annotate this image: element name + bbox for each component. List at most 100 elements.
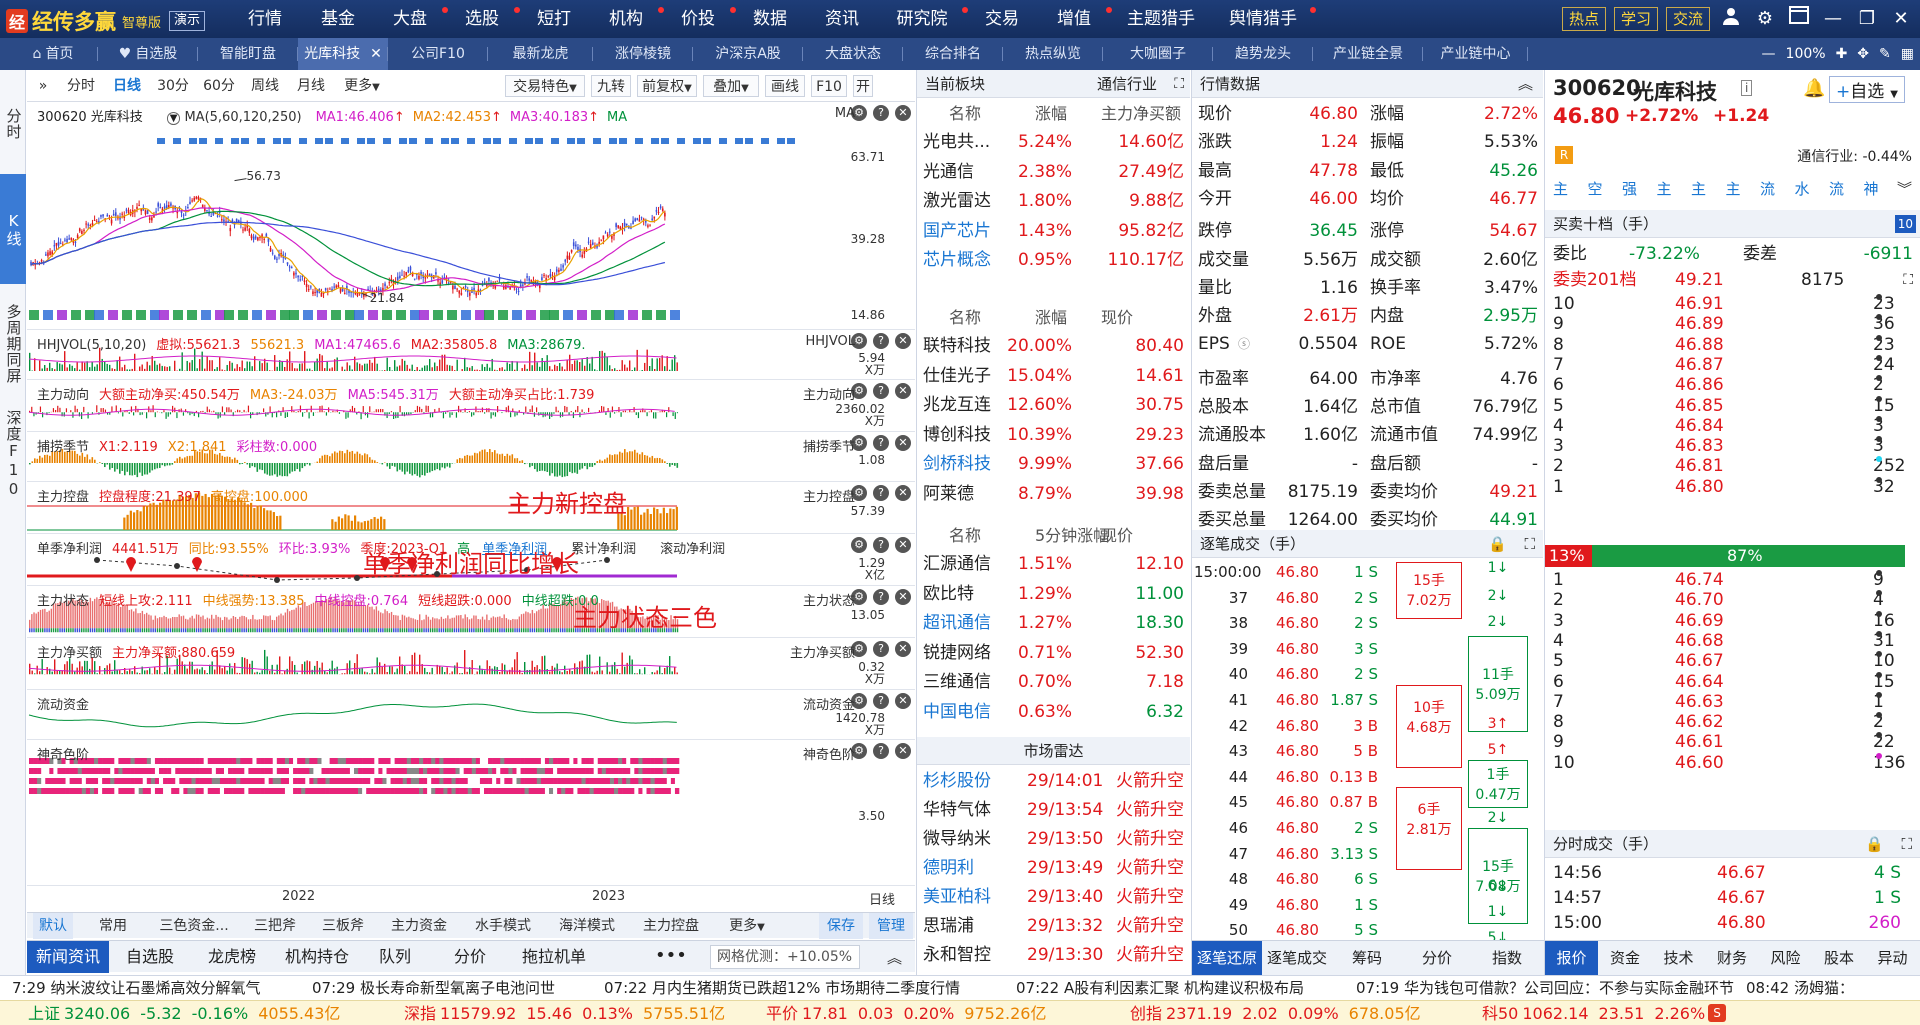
tab-8[interactable]: 大盘状态: [803, 38, 903, 70]
index-item[interactable]: 平价 17.81 0.03 0.20% 9752.26亿: [766, 1001, 1046, 1025]
template-tab-9[interactable]: 更多▼: [719, 913, 775, 939]
bid-row[interactable]: 2 46.70 4: [1545, 590, 1920, 610]
fullscreen-icon[interactable]: ⛶: [1901, 830, 1912, 858]
help-icon[interactable]: ?: [873, 641, 889, 657]
chart-tool-3[interactable]: 叠加▼: [703, 75, 759, 97]
sector-row[interactable]: 中国电信 0.63% 6.32: [917, 698, 1190, 727]
close-icon[interactable]: ✕: [895, 641, 911, 657]
lock-icon[interactable]: 🔒: [1488, 530, 1507, 558]
sector-row[interactable]: 剑桥科技 9.99% 37.66: [917, 450, 1190, 479]
chart-tool-2[interactable]: 前复权▼: [637, 75, 697, 97]
index-item[interactable]: 创指 2371.19 2.02 0.09% 678.05亿: [1130, 1001, 1421, 1025]
close-icon[interactable]: ✕: [895, 383, 911, 399]
expand-icon[interactable]: ︾: [1897, 178, 1912, 199]
grid-icon[interactable]: ▦: [1901, 46, 1914, 62]
bottom-nav-6[interactable]: 拖拉机单: [511, 941, 597, 973]
signal-tag[interactable]: 空: [1588, 178, 1603, 199]
period-0[interactable]: 分时: [61, 75, 101, 97]
help-icon[interactable]: ?: [873, 485, 889, 501]
period-4[interactable]: 周线: [245, 75, 285, 97]
help-icon[interactable]: ?: [873, 383, 889, 399]
signal-tag[interactable]: 水: [1795, 178, 1810, 199]
chart-tool-0[interactable]: 交易特色▼: [505, 75, 585, 97]
template-tab-5[interactable]: 主力资金: [383, 913, 455, 939]
sector-row[interactable]: 联特科技 20.00% 80.40: [917, 332, 1190, 361]
radar-row[interactable]: 美亚柏科 29/13:40 火箭升空: [917, 883, 1190, 912]
minimize-icon[interactable]: —: [1820, 6, 1846, 32]
sector-row[interactable]: 光通信 2.38% 27.49亿: [917, 158, 1190, 187]
sell-201-row[interactable]: 委卖201档 49.21 8175 ⛶: [1545, 268, 1920, 292]
pen-icon[interactable]: ✎: [1879, 46, 1891, 62]
period-5[interactable]: 月线: [291, 75, 331, 97]
menu-1[interactable]: 基金: [302, 0, 374, 38]
zoom-in-icon[interactable]: ✚: [1836, 46, 1848, 62]
template-tab-8[interactable]: 主力控盘: [635, 913, 707, 939]
chart-tool-6[interactable]: 开: [853, 75, 873, 97]
chart-tool-1[interactable]: 九转: [591, 75, 631, 97]
bid-row[interactable]: 7 46.63 1: [1545, 691, 1920, 712]
demo-button[interactable]: 演示: [169, 11, 206, 31]
radar-row[interactable]: 杉杉股份 29/14:01 火箭升空: [917, 767, 1190, 796]
fullscreen-icon[interactable]: ⛶: [1524, 530, 1535, 558]
collapse-icon[interactable]: ︽: [1518, 70, 1533, 98]
chart-tool-5[interactable]: F10: [811, 75, 847, 97]
sector-row[interactable]: 兆龙互连 12.60% 30.75: [917, 391, 1190, 420]
menu-9[interactable]: 研究院: [878, 0, 968, 38]
fullscreen-icon[interactable]: ⛶: [1903, 268, 1913, 292]
vtab-kline[interactable]: K线: [0, 174, 26, 284]
info-icon[interactable]: i: [1741, 80, 1753, 96]
tab-1[interactable]: ♥ 自选股: [98, 38, 198, 70]
bid-row[interactable]: 1 46.74 9: [1545, 570, 1920, 590]
close-icon[interactable]: ✕: [895, 743, 911, 759]
zoom-out-icon[interactable]: —: [1762, 46, 1776, 62]
menu-13[interactable]: 舆情猎手: [1212, 0, 1316, 38]
bid-row[interactable]: 3 46.69 16: [1545, 610, 1920, 631]
bottom-nav-5[interactable]: 分价: [429, 941, 511, 973]
quote-nav-5[interactable]: 股本: [1813, 941, 1866, 976]
bottom-nav-3[interactable]: 机构持仓: [273, 941, 361, 973]
sector-row[interactable]: 汇源通信 1.51% 12.10: [917, 550, 1190, 579]
signal-tag[interactable]: 强: [1622, 178, 1637, 199]
menu-11[interactable]: 增值: [1038, 0, 1112, 38]
template-tab-2[interactable]: 三色资金...: [153, 913, 235, 939]
bid-row[interactable]: 6 46.64 15: [1545, 671, 1920, 692]
bottom-nav-4[interactable]: 队列: [361, 941, 429, 973]
signal-tag[interactable]: 主: [1726, 178, 1741, 199]
sector-row[interactable]: 芯片概念 0.95% 110.17亿: [917, 246, 1190, 275]
ask-row[interactable]: 6 46.86 2: [1545, 375, 1920, 395]
bid-row[interactable]: 4 46.68 31: [1545, 630, 1920, 651]
radar-row[interactable]: 永和智控 29/13:30 火箭升空: [917, 941, 1190, 970]
sector-row[interactable]: 欧比特 1.29% 11.00: [917, 580, 1190, 609]
template-tab-1[interactable]: 常用: [85, 913, 141, 939]
close-icon[interactable]: ✕: [895, 693, 911, 709]
bid-row[interactable]: 5 46.67 10: [1545, 651, 1920, 671]
help-icon[interactable]: ?: [873, 537, 889, 553]
menu-12[interactable]: 主题猎手: [1110, 0, 1212, 38]
close-icon[interactable]: ✕: [895, 589, 911, 605]
fullscreen-icon[interactable]: ⛶: [1174, 70, 1184, 98]
add-watchlist-button[interactable]: +自选 ▼: [1829, 76, 1905, 103]
signal-tag[interactable]: 主: [1691, 178, 1706, 199]
template-tab-6[interactable]: 水手模式: [467, 913, 539, 939]
tab-13[interactable]: 产业链全景: [1313, 38, 1423, 70]
close-icon[interactable]: ✕: [1888, 6, 1914, 32]
ask-row[interactable]: 4 46.84 3: [1545, 415, 1920, 436]
radar-row[interactable]: 德明利 29/13:49 火箭升空: [917, 854, 1190, 883]
menu-6[interactable]: 价投: [662, 0, 736, 38]
layout-icon[interactable]: [1786, 6, 1812, 32]
ask-row[interactable]: 1 46.80 32: [1545, 476, 1920, 497]
sector-row[interactable]: 国产芯片 1.43% 95.82亿: [917, 217, 1190, 246]
radar-row[interactable]: 思瑞浦 29/13:32 火箭升空: [917, 912, 1190, 941]
period-6[interactable]: 更多▼: [337, 75, 387, 97]
quote-nav-0[interactable]: 报价: [1545, 941, 1598, 976]
chart-tool-4[interactable]: 画线: [765, 75, 805, 97]
ask-row[interactable]: 9 46.89 36: [1545, 314, 1920, 334]
lock-icon[interactable]: 🔒: [1865, 830, 1884, 858]
menu-4[interactable]: 短打: [518, 0, 590, 38]
bid-row[interactable]: 9 46.61 22: [1545, 732, 1920, 752]
sector-row[interactable]: 博创科技 10.39% 29.23: [917, 421, 1190, 450]
sector-row[interactable]: 阿莱德 8.79% 39.98: [917, 480, 1190, 509]
bottom-nav-0[interactable]: 新闻资讯: [27, 941, 109, 973]
radar-row[interactable]: 华特气体 29/13:54 火箭升空: [917, 796, 1190, 825]
menu-8[interactable]: 资讯: [806, 0, 878, 38]
